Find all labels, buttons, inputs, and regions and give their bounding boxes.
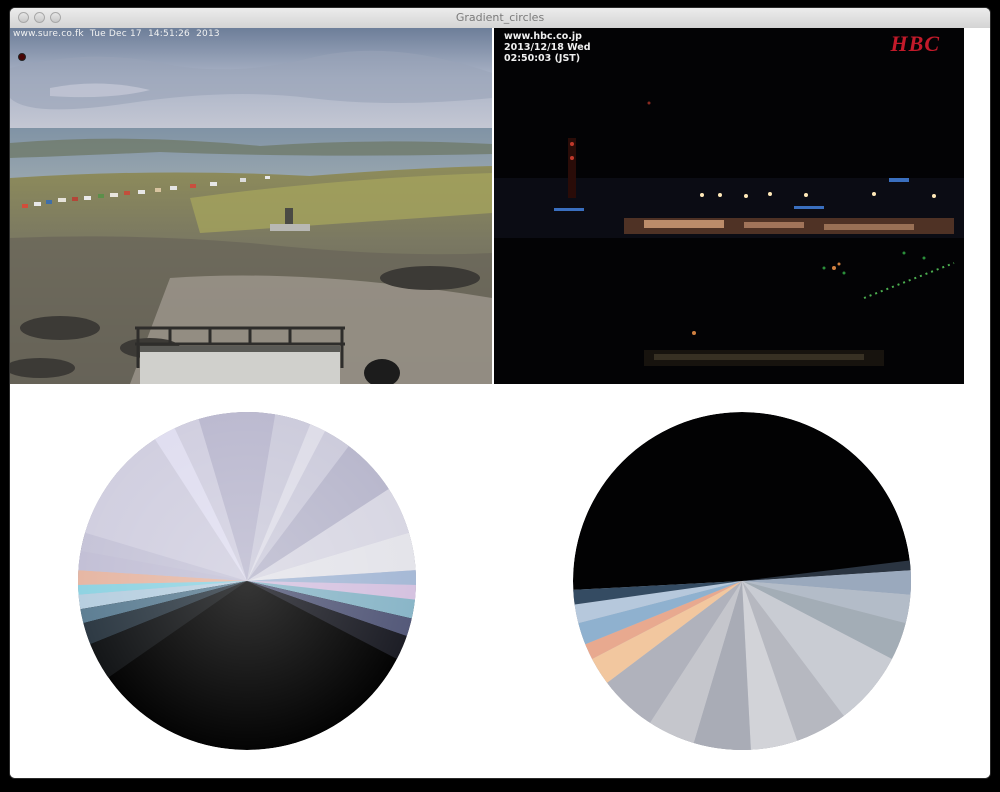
caption-url: www.hbc.co.jp (504, 31, 582, 42)
night-circle-wedges (573, 412, 911, 750)
caption-date: 2013/12/18 Wed (504, 42, 591, 53)
webcam-scene-night (494, 28, 964, 384)
title-bar[interactable]: Gradient_circles (10, 8, 990, 29)
webcam-caption-right: www.hbc.co.jp 2013/12/18 Wed 02:50:03 (J… (504, 31, 591, 64)
app-window: Gradient_circles www.sure.co.fk Tue Dec … (10, 8, 990, 778)
webcam-image-stanley: www.sure.co.fk Tue Dec 17 14:51:26 2013 (10, 28, 492, 384)
recording-dot-icon (18, 53, 26, 61)
hbc-logo: HBC (890, 31, 940, 56)
webcam-caption-left: www.sure.co.fk Tue Dec 17 14:51:26 2013 (13, 29, 220, 39)
webcam-scene-day (10, 28, 492, 384)
caption-time: 02:50:03 (JST) (504, 53, 581, 64)
webcam-image-hbc: www.hbc.co.jp 2013/12/18 Wed 02:50:03 (J… (494, 28, 964, 384)
gradient-circle-night (573, 412, 911, 750)
window-title: Gradient_circles (455, 11, 545, 24)
gradient-circle-day (78, 412, 416, 750)
canvas-area: www.sure.co.fk Tue Dec 17 14:51:26 2013 (10, 28, 990, 778)
